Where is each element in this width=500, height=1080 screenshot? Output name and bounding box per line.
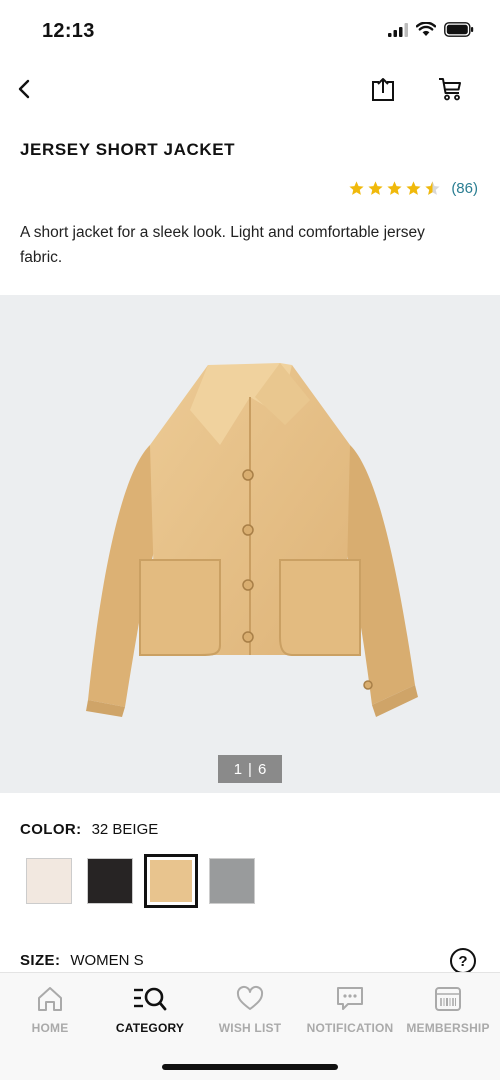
tab-category[interactable]: CATEGORY [100,985,200,1035]
chevron-left-icon [18,79,30,99]
status-icons [388,22,474,37]
tab-label: CATEGORY [115,1021,185,1035]
color-selector-header: COLOR: 32 BEIGE [20,821,158,838]
home-icon [38,987,62,1011]
product-image-gallery[interactable]: 1 | 6 [0,295,500,793]
share-button[interactable] [368,74,398,104]
tab-notification[interactable]: NOTIFICATION [300,985,400,1035]
star-icon [406,181,421,195]
category-search-icon [134,987,167,1011]
tab-label: HOME [31,1021,69,1035]
home-indicator [162,1064,338,1070]
color-swatch-gray[interactable] [209,858,255,904]
status-time: 12:13 [42,20,95,42]
signal-icon [388,22,408,37]
star-rating [348,180,441,197]
color-value: 32 BEIGE [91,821,159,838]
color-swatches [26,854,270,908]
wifi-icon [416,22,436,36]
image-pager: 1 | 6 [218,755,282,783]
size-value: WOMEN S [70,952,144,969]
chat-icon [337,987,363,1010]
share-icon [372,78,394,101]
tab-wish-list[interactable]: WISH LIST [200,985,300,1035]
color-swatch-black[interactable] [87,858,133,904]
pager-current: 1 [233,760,243,778]
product-image [86,363,418,717]
cart-icon [439,78,461,101]
bottom-tab-bar: HOME CATEGORY WISH LIST NOTIFICATION MEM… [0,972,500,1080]
size-help-button[interactable]: ? [450,948,476,974]
tab-label: MEMBERSHIP [406,1021,490,1035]
barcode-card-icon [435,987,461,1011]
nav-bar [0,62,500,118]
color-swatch-off-white[interactable] [26,858,72,904]
back-button[interactable] [10,74,38,104]
pager-separator: | [248,760,252,778]
color-swatch-beige[interactable] [144,854,198,908]
color-label: COLOR: [20,821,82,838]
tab-membership[interactable]: MEMBERSHIP [398,985,498,1035]
product-description: A short jacket for a sleek look. Light a… [20,224,425,266]
rating[interactable]: (86) [348,180,478,197]
tab-home[interactable]: HOME [0,985,100,1035]
size-label: SIZE: [20,952,61,969]
tab-label: WISH LIST [218,1021,282,1035]
size-selector-header: SIZE: WOMEN S [20,952,144,969]
half-star-icon [425,181,440,195]
review-count[interactable]: (86) [451,180,478,197]
status-bar: 12:13 [0,0,500,62]
pager-total: 6 [257,760,267,778]
cart-button[interactable] [435,74,465,104]
heart-icon [236,985,264,1010]
product-title: JERSEY SHORT JACKET [20,140,236,159]
star-icon [368,181,383,195]
star-icon [349,181,364,195]
tab-label: NOTIFICATION [306,1021,394,1035]
star-icon [387,181,402,195]
battery-icon [444,22,474,37]
